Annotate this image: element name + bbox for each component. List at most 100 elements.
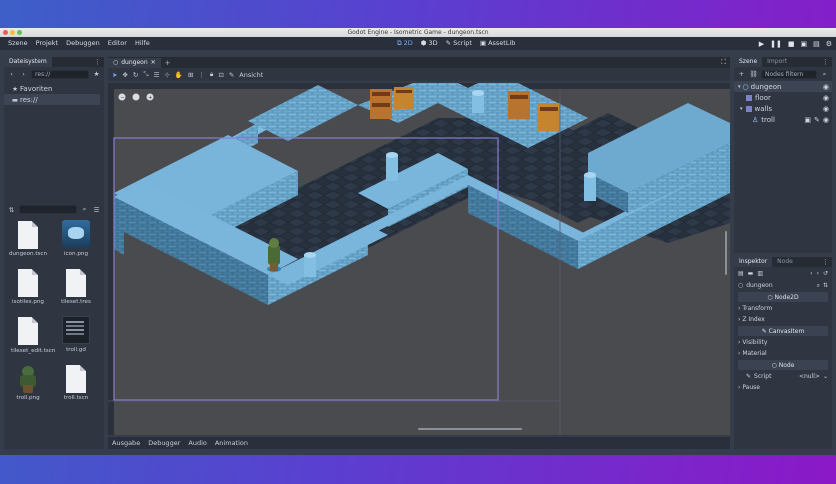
chevron-down-icon[interactable]: ⌄ — [823, 373, 828, 380]
add-tab-icon[interactable]: + — [161, 59, 175, 67]
zoom-reset-button[interactable] — [132, 93, 140, 101]
list-select-icon[interactable]: ☰ — [154, 71, 160, 79]
tab-import[interactable]: Import — [762, 57, 792, 67]
zoom-window-button[interactable] — [17, 30, 22, 35]
tree-node-troll[interactable]: ♙ troll ▣ ✎ ◉ — [734, 114, 832, 125]
tab-debugger[interactable]: Debugger — [148, 439, 180, 447]
forward-icon[interactable]: › — [19, 70, 28, 79]
history-forward-icon[interactable]: › — [817, 270, 819, 277]
rotate-tool-icon[interactable]: ↻ — [133, 71, 138, 79]
file-search-input[interactable] — [19, 205, 77, 214]
scale-tool-icon[interactable]: ⤡ — [143, 70, 148, 79]
view-menu[interactable]: Ansicht — [239, 71, 263, 79]
visibility-eye-icon[interactable]: ◉ — [823, 94, 829, 102]
tab-node[interactable]: Node — [772, 257, 798, 267]
scene-instance-icon[interactable]: ▣ — [804, 116, 811, 124]
settings-gear-icon[interactable]: ⚙ — [826, 40, 832, 48]
sort-icon[interactable]: ⇅ — [823, 282, 828, 289]
tab-audio[interactable]: Audio — [188, 439, 206, 447]
list-view-icon[interactable]: ☰ — [92, 205, 101, 214]
file-item-icon[interactable]: icon.png — [53, 219, 99, 257]
file-item-troll-gd[interactable]: troll.gd — [53, 315, 99, 353]
sort-icon[interactable]: ⇅ — [7, 205, 16, 214]
tab-filesystem[interactable]: Dateisystem — [4, 57, 52, 67]
section-material[interactable]: › Material — [734, 348, 832, 359]
lock-icon[interactable]: 🔒︎ — [210, 70, 213, 79]
script-value[interactable]: <null> — [799, 373, 820, 380]
search-icon[interactable]: ⌕ — [80, 205, 89, 214]
canvas-viewport[interactable]: − + — [108, 83, 730, 435]
search-icon[interactable]: ⌕ — [817, 282, 820, 290]
menu-editor[interactable]: Editor — [104, 37, 131, 50]
object-history-icon[interactable]: ↺ — [823, 270, 828, 277]
workspace-assetlib-button[interactable]: ▣ AssetLib — [476, 37, 519, 50]
tree-item-favorites[interactable]: ★ Favoriten — [4, 83, 104, 94]
file-item-dungeon[interactable]: dungeon.tscn — [5, 219, 51, 257]
pivot-tool-icon[interactable]: ⊹ — [164, 71, 169, 79]
menu-scene[interactable]: Szene — [4, 37, 32, 50]
tree-node-walls[interactable]: ▾ walls ◉ — [734, 103, 832, 114]
minimize-window-button[interactable] — [10, 30, 15, 35]
save-resource-icon[interactable]: ▥ — [757, 270, 763, 277]
section-pause[interactable]: › Pause — [734, 382, 832, 393]
file-item-troll-png[interactable]: troll.png — [5, 363, 51, 401]
snap-options-icon[interactable]: ⋮ — [198, 71, 205, 79]
pause-icon[interactable]: ❚❚ — [770, 40, 782, 48]
script-attached-icon[interactable]: ✎ — [814, 116, 820, 124]
workspace-3d-button[interactable]: ⬢ 3D — [417, 37, 442, 50]
tab-animation[interactable]: Animation — [215, 439, 248, 447]
close-window-button[interactable] — [3, 30, 8, 35]
section-visibility[interactable]: › Visibility — [734, 337, 832, 348]
tab-inspector[interactable]: Inspektor — [734, 257, 773, 267]
scene-tab-dungeon[interactable]: ○ dungeon ✕ — [108, 57, 161, 68]
zoom-in-button[interactable] — [146, 93, 154, 101]
search-icon[interactable]: ⌕ — [820, 70, 829, 79]
favorite-star-icon[interactable]: ★ — [92, 70, 101, 79]
tab-scene[interactable]: Szene — [734, 57, 763, 67]
pan-tool-icon[interactable]: ✋ — [175, 71, 183, 79]
open-resource-icon[interactable]: ▬ — [748, 270, 754, 277]
visibility-eye-icon[interactable]: ◉ — [823, 116, 829, 124]
workspace-2d-button[interactable]: ⧉ 2D — [393, 37, 417, 50]
section-zindex[interactable]: › Z Index — [734, 314, 832, 325]
distraction-free-icon[interactable]: ⛶ — [721, 58, 726, 67]
visibility-eye-icon[interactable]: ◉ — [823, 83, 829, 91]
file-item-tileset-edit[interactable]: tileset_edit.tscn — [5, 315, 55, 355]
snap-icon[interactable]: ⊞ — [188, 71, 193, 79]
back-icon[interactable]: ‹ — [7, 70, 16, 79]
tab-output[interactable]: Ausgabe — [112, 439, 140, 447]
move-tool-icon[interactable]: ✥ — [122, 71, 127, 79]
add-node-icon[interactable]: + — [737, 70, 746, 79]
file-item-tileset[interactable]: tileset.tres — [53, 267, 99, 305]
file-item-troll-tscn[interactable]: troll.tscn — [53, 363, 99, 401]
dock-menu-icon[interactable]: ⋮ — [822, 57, 829, 67]
inspected-object[interactable]: ○ dungeon ⌕ ⇅ — [734, 280, 832, 291]
visibility-eye-icon[interactable]: ◉ — [823, 105, 829, 113]
section-transform[interactable]: › Transform — [734, 303, 832, 314]
group-icon[interactable]: ⊡ — [218, 71, 223, 79]
tree-node-dungeon[interactable]: ▾ ○ dungeon ◉ — [734, 81, 832, 92]
dock-menu-icon[interactable]: ⋮ — [822, 257, 829, 267]
bones-icon[interactable]: ✎ — [229, 71, 234, 79]
stop-icon[interactable]: ■ — [788, 40, 795, 48]
close-tab-icon[interactable]: ✕ — [151, 58, 156, 68]
node-filter-input[interactable]: Nodes filtern — [761, 69, 817, 79]
dock-menu-icon[interactable]: ⋮ — [94, 57, 101, 67]
expand-arrow-icon[interactable]: ▾ — [740, 106, 743, 112]
workspace-script-button[interactable]: ✎ Script — [442, 37, 476, 50]
file-item-isotiles[interactable]: isotiles.png — [5, 267, 51, 305]
new-resource-icon[interactable]: ▤ — [738, 270, 744, 277]
menu-help[interactable]: Hilfe — [131, 37, 154, 50]
select-tool-icon[interactable]: ➤ — [112, 71, 117, 79]
tree-node-floor[interactable]: floor ◉ — [734, 92, 832, 103]
zoom-out-button[interactable] — [118, 93, 126, 101]
expand-arrow-icon[interactable]: ▾ — [738, 84, 741, 90]
play-custom-scene-icon[interactable]: ▤ — [813, 40, 820, 48]
property-script[interactable]: ✎ Script <null> ⌄ — [734, 371, 832, 382]
history-back-icon[interactable]: ‹ — [810, 270, 812, 277]
link-icon[interactable]: ⛓ — [749, 70, 758, 79]
menu-debug[interactable]: Debuggen — [62, 37, 104, 50]
play-scene-icon[interactable]: ▣ — [800, 40, 807, 48]
menu-project[interactable]: Projekt — [32, 37, 62, 50]
path-field[interactable]: res:// — [31, 69, 89, 79]
